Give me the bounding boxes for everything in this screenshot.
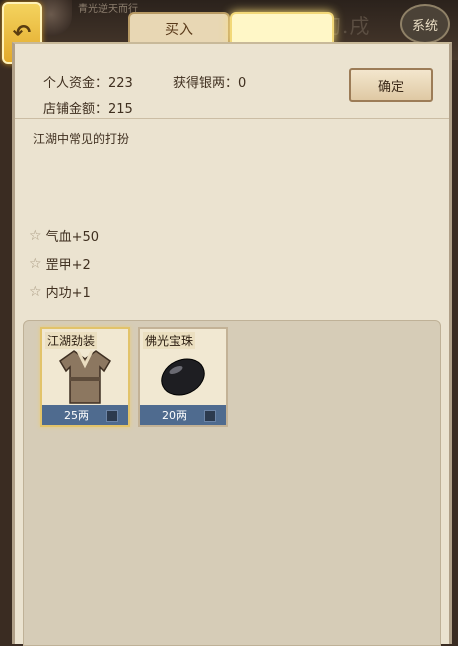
inventory-grid: 江湖劲装 25两 佛光宝珠 20两 — [23, 320, 441, 646]
inventory-item[interactable]: 江湖劲装 25两 — [40, 327, 130, 427]
attribute-row: ☆ 罡甲+2 — [29, 254, 91, 274]
attribute-label: 罡甲+2 — [45, 258, 91, 273]
item-name: 江湖劲装 — [45, 332, 98, 349]
currency-icon — [204, 410, 216, 422]
shop-funds: 店铺金额：215 — [43, 102, 133, 117]
system-button[interactable]: 系统 — [400, 4, 450, 44]
shop-panel: 个人资金：223 获得银两：0 店铺金额：215 确定 江湖中常见的打扮 ☆ 气… — [12, 42, 452, 646]
black-orb-icon — [161, 358, 205, 396]
attribute-row: ☆ 内功+1 — [29, 282, 91, 302]
price-bar: 20两 — [140, 405, 226, 425]
price-bar: 25两 — [42, 405, 128, 425]
divider — [15, 118, 449, 119]
attribute-row: ☆ 气血+50 — [29, 226, 99, 246]
robe-icon — [59, 350, 111, 404]
star-icon: ☆ — [29, 255, 42, 272]
item-price: 25两 — [64, 409, 89, 422]
silver-gained: 获得银两：0 — [173, 76, 247, 91]
star-icon: ☆ — [29, 283, 42, 300]
attribute-label: 气血+50 — [45, 230, 99, 245]
confirm-button[interactable]: 确定 — [349, 68, 433, 102]
tab-buy[interactable]: 买入 — [128, 12, 230, 44]
item-price: 20两 — [162, 409, 187, 422]
star-icon: ☆ — [29, 227, 42, 244]
item-name: 佛光宝珠 — [143, 332, 196, 349]
item-description: 江湖中常见的打扮 — [33, 132, 130, 146]
attribute-label: 内功+1 — [45, 286, 91, 301]
personal-funds: 个人资金：223 — [43, 76, 133, 91]
inventory-item[interactable]: 佛光宝珠 20两 — [138, 327, 228, 427]
tab-sell[interactable] — [230, 12, 334, 51]
currency-icon — [106, 410, 118, 422]
